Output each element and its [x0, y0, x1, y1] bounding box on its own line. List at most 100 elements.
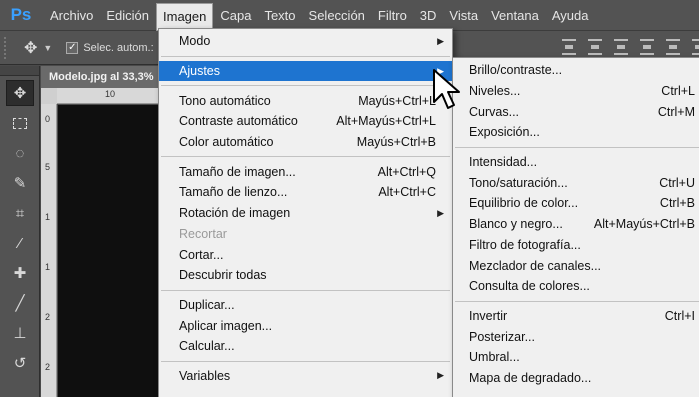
- imagen-menu-item[interactable]: Tamaño de lienzo... Alt+Ctrl+C: [159, 182, 452, 203]
- imagen-menu-item[interactable]: Duplicar...: [159, 295, 452, 316]
- imagen-menu-item[interactable]: Cortar...: [159, 244, 452, 265]
- menu-selección[interactable]: Selección: [303, 2, 371, 29]
- ajustes-menu-item-label: Intensidad...: [469, 155, 538, 170]
- menu-imagen[interactable]: Imagen: [156, 2, 214, 31]
- menu-separator: [161, 55, 450, 57]
- align-left-icon[interactable]: [640, 39, 654, 55]
- ajustes-menu-item[interactable]: Invertir Ctrl+I: [453, 306, 699, 327]
- clone-stamp-tool-button[interactable]: ⊥: [6, 320, 34, 346]
- imagen-menu-item-label: Variables: [179, 368, 231, 383]
- ajustes-menu-item[interactable]: Exposición...: [453, 122, 699, 143]
- menu-capa[interactable]: Capa: [214, 2, 257, 29]
- crop-tool-icon: ⌗: [15, 204, 25, 222]
- ajustes-menu-item-label: Consulta de colores...: [469, 279, 590, 294]
- menu-texto[interactable]: Texto: [258, 2, 301, 29]
- options-bar-grip[interactable]: [4, 36, 10, 59]
- eyedropper-tool-icon: ⁄: [18, 234, 22, 252]
- move-tool-button[interactable]: ✥: [6, 80, 34, 106]
- imagen-menu-item-label: Tamaño de imagen...: [179, 164, 296, 179]
- lasso-tool-button[interactable]: ◌: [6, 140, 34, 166]
- imagen-menu-item[interactable]: Tono automático Mayús+Ctrl+L: [159, 90, 452, 111]
- align-bottom-icon[interactable]: [614, 39, 628, 55]
- vertical-ruler[interactable]: 0 5 1 1 2 2: [41, 104, 57, 397]
- imagen-menu-item-shortcut: Alt+Ctrl+C: [378, 185, 436, 200]
- menu-archivo[interactable]: Archivo: [44, 2, 99, 29]
- ajustes-menu-item-label: Blanco y negro...: [469, 217, 563, 232]
- healing-brush-tool-button[interactable]: ✚: [6, 260, 34, 286]
- quick-select-tool-button[interactable]: ✎: [6, 170, 34, 196]
- ruler-v-label: 0: [45, 114, 51, 124]
- align-top-icon[interactable]: [562, 39, 576, 55]
- ajustes-menu-item-label: Equilibrio de color...: [469, 196, 579, 211]
- ajustes-menu-item[interactable]: Brillo/contraste...: [453, 60, 699, 81]
- ruler-v-label: 5: [45, 162, 51, 172]
- imagen-menu-item[interactable]: Rotación de imagen ▶: [159, 203, 452, 224]
- imagen-menu-item-label: Contraste automático: [179, 114, 298, 129]
- menu-ventana[interactable]: Ventana: [485, 2, 545, 29]
- ajustes-menu-item-label: Mapa de degradado...: [469, 370, 592, 385]
- ajustes-menu-item[interactable]: Mezclador de canales...: [453, 255, 699, 276]
- brush-tool-button[interactable]: ╱: [6, 290, 34, 316]
- move-tool-icon[interactable]: ✥: [24, 38, 37, 58]
- ajustes-menu-item[interactable]: Consulta de colores...: [453, 276, 699, 297]
- document-canvas[interactable]: [58, 105, 161, 397]
- eyedropper-tool-button[interactable]: ⁄: [6, 230, 34, 256]
- document-tab[interactable]: Modelo.jpg al 33,3%: [41, 66, 161, 88]
- ajustes-menu-item-shortcut: Ctrl+L: [661, 84, 695, 99]
- imagen-menu-item[interactable]: Descubrir todas: [159, 265, 452, 286]
- horizontal-ruler[interactable]: 10: [57, 88, 161, 104]
- imagen-menu-item[interactable]: Color automático Mayús+Ctrl+B: [159, 132, 452, 153]
- imagen-menu-item-shortcut: Mayús+Ctrl+L: [358, 93, 436, 108]
- imagen-menu-item[interactable]: Tamaño de imagen... Alt+Ctrl+Q: [159, 161, 452, 182]
- lasso-tool-icon: ◌: [15, 144, 25, 162]
- ajustes-menu-item[interactable]: Posterizar...: [453, 326, 699, 347]
- ajustes-menu-item[interactable]: Mapa de degradado...: [453, 368, 699, 389]
- marquee-tool-button[interactable]: [6, 110, 34, 136]
- ajustes-menu-item[interactable]: Umbral...: [453, 347, 699, 368]
- ajustes-menu-item-label: Mezclador de canales...: [469, 258, 602, 273]
- auto-select-checkbox[interactable]: ✓: [66, 41, 79, 54]
- ajustes-menu-item-shortcut: Alt+Mayús+Ctrl+B: [593, 217, 695, 232]
- align-right-icon[interactable]: [692, 39, 699, 55]
- menu-edición[interactable]: Edición: [100, 2, 155, 29]
- imagen-menu-item[interactable]: Ajustes ▶: [159, 60, 452, 82]
- align-middle-icon[interactable]: [588, 39, 602, 55]
- ajustes-menu-item[interactable]: Intensidad...: [453, 152, 699, 173]
- menu-filtro[interactable]: Filtro: [372, 2, 413, 29]
- ajustes-menu-item[interactable]: Tono/saturación... Ctrl+U: [453, 172, 699, 193]
- imagen-menu-item[interactable]: Variables ▶: [159, 366, 452, 387]
- ajustes-menu-item[interactable]: Curvas... Ctrl+M: [453, 101, 699, 122]
- imagen-menu-item[interactable]: Contraste automático Alt+Mayús+Ctrl+L: [159, 111, 452, 132]
- imagen-menu-item-label: Duplicar...: [179, 297, 235, 312]
- ruler-v-label: 1: [45, 212, 51, 222]
- tool-preset-dropdown-icon[interactable]: ▼: [43, 43, 52, 53]
- ruler-origin[interactable]: [41, 88, 57, 104]
- imagen-menu-item[interactable]: Calcular...: [159, 336, 452, 357]
- crop-tool-button[interactable]: ⌗: [6, 200, 34, 226]
- ajustes-menu-item-label: Invertir: [469, 308, 508, 323]
- menu-separator: [455, 146, 699, 148]
- imagen-menu-item: Recortar: [159, 224, 452, 245]
- history-brush-tool-button[interactable]: ↺: [6, 350, 34, 376]
- menu-bar: Ps Archivo Edición Imagen Capa Texto Selecció…: [0, 0, 699, 31]
- align-center-icon[interactable]: [666, 39, 680, 55]
- ajustes-menu-item[interactable]: Blanco y negro... Alt+Mayús+Ctrl+B: [453, 214, 699, 235]
- imagen-menu-item-label: Rotación de imagen: [179, 206, 291, 221]
- tools-panel: ✥ ◌ ✎ ⌗ ⁄ ✚ ╱ ⊥ ↺: [0, 66, 40, 397]
- ajustes-menu-item[interactable]: Filtro de fotografía...: [453, 235, 699, 256]
- imagen-menu-item[interactable]: Modo ▶: [159, 31, 452, 52]
- ajustes-menu-item[interactable]: Equilibrio de color... Ctrl+B: [453, 193, 699, 214]
- brush-tool-icon: ╱: [15, 295, 25, 312]
- imagen-menu-item-label: Tono automático: [179, 93, 271, 108]
- mouse-pointer-icon: [433, 69, 460, 109]
- menu-3d[interactable]: 3D: [414, 2, 443, 29]
- ruler-v-label: 1: [45, 262, 51, 272]
- tools-panel-header[interactable]: [0, 66, 39, 76]
- ruler-h-label: 10: [105, 89, 116, 99]
- menu-items: Archivo Edición Imagen Capa Texto Selección Fi…: [44, 0, 595, 31]
- menu-ayuda[interactable]: Ayuda: [546, 2, 595, 29]
- imagen-menu-item-label: Modo: [179, 34, 211, 49]
- ajustes-menu-item[interactable]: Niveles... Ctrl+L: [453, 81, 699, 102]
- imagen-menu-item[interactable]: Aplicar imagen...: [159, 315, 452, 336]
- menu-vista[interactable]: Vista: [443, 2, 484, 29]
